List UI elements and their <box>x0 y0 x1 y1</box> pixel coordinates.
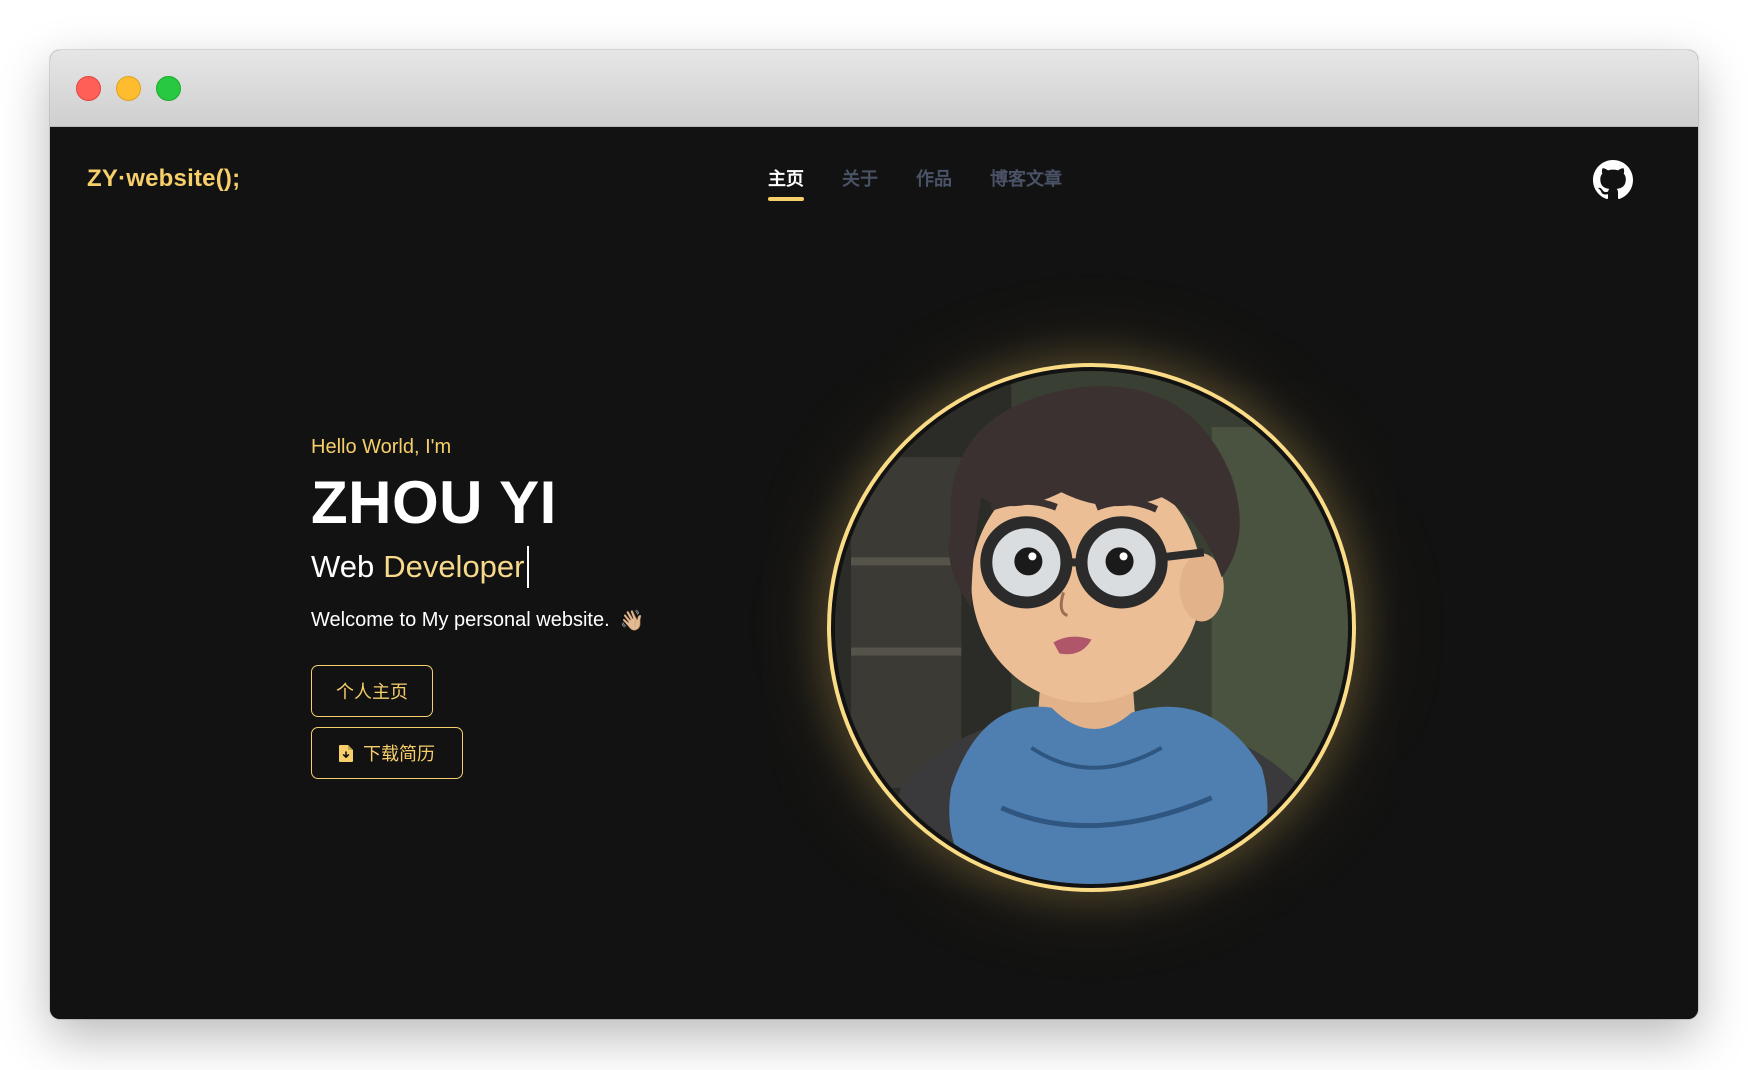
download-resume-button[interactable]: 下载简历 <box>311 727 463 779</box>
hero-role-word1: Web <box>311 549 375 584</box>
anime-boy-avatar <box>827 363 1356 892</box>
avatar-container <box>827 363 1356 892</box>
typing-caret <box>526 546 529 588</box>
hero-welcome-text: Welcome to My personal website. <box>311 609 610 631</box>
hero-welcome: Welcome to My personal website. 👋🏼 <box>311 608 731 633</box>
hero-name: ZHOU YI <box>311 469 557 536</box>
zoom-window-button[interactable] <box>156 76 181 101</box>
nav-item-blog[interactable]: 博客文章 <box>990 165 1062 201</box>
hero-greeting: Hello World, I'm <box>311 436 452 458</box>
hero-role: Web Developer <box>311 546 731 588</box>
hero-intro: Hello World, I'm ZHOU YI Web Developer W… <box>311 436 731 779</box>
close-window-button[interactable] <box>76 76 101 101</box>
minimize-window-button[interactable] <box>116 76 141 101</box>
hero-role-word2: Developer <box>383 549 525 584</box>
nav-item-works[interactable]: 作品 <box>916 165 952 201</box>
personal-home-button[interactable]: 个人主页 <box>311 665 433 717</box>
page-viewport: ZY·website(); 主页 关于 作品 博客文章 Hello World,… <box>50 127 1698 1019</box>
download-resume-button-label: 下载简历 <box>363 744 435 764</box>
nav-item-about[interactable]: 关于 <box>842 165 878 201</box>
wave-icon: 👋🏼 <box>619 610 645 632</box>
main-nav: 主页 关于 作品 博客文章 <box>768 165 1062 201</box>
personal-home-button-label: 个人主页 <box>336 682 408 702</box>
browser-window: ZY·website(); 主页 关于 作品 博客文章 Hello World,… <box>50 50 1698 1019</box>
nav-item-home[interactable]: 主页 <box>768 165 804 201</box>
site-logo[interactable]: ZY·website(); <box>87 165 240 193</box>
window-titlebar <box>50 50 1698 127</box>
file-download-icon <box>339 744 353 762</box>
github-icon[interactable] <box>1593 160 1633 200</box>
